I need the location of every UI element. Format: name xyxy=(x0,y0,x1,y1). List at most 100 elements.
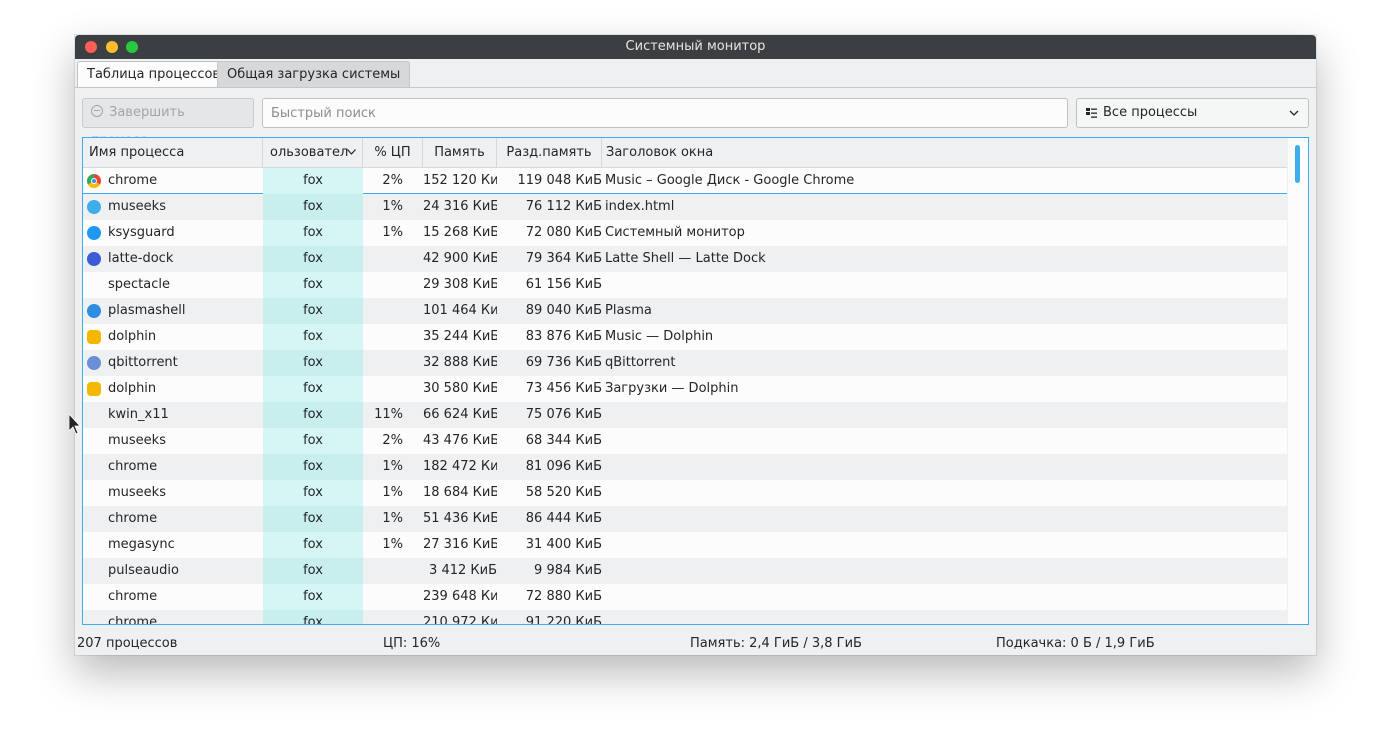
process-name: qbittorrent xyxy=(108,355,178,370)
museeks-icon xyxy=(87,200,101,214)
process-user: fox xyxy=(263,168,363,194)
table-row[interactable]: megasync fox 1% 27 316 КиБ 31 400 КиБ xyxy=(83,532,1288,558)
table-header: Имя процесса ользовател % ЦП Память Разд… xyxy=(83,138,1288,168)
process-user: fox xyxy=(263,428,363,454)
process-cpu xyxy=(363,246,403,272)
process-cpu: 1% xyxy=(382,225,403,240)
kill-process-button[interactable]: Завершить процесс... xyxy=(82,98,254,148)
chrome-icon xyxy=(87,174,101,188)
process-table-panel: Завершить процесс... Все процессы Имя пр… xyxy=(75,87,1316,636)
table-row[interactable]: chrome fox 210 972 КиБ 91 220 КиБ xyxy=(83,610,1288,625)
process-memory: 32 888 КиБ xyxy=(423,355,497,370)
table-row[interactable]: ksysguard fox 1% 15 268 КиБ 72 080 КиБ Систем… xyxy=(83,220,1288,246)
process-shared-memory: 72 880 КиБ xyxy=(525,589,602,604)
table-row[interactable]: dolphin fox 30 580 КиБ 73 456 КиБ Загрузки —… xyxy=(83,376,1288,402)
table-body: chrome fox 2% 152 120 КиБ 119 048 КиБMusic –… xyxy=(83,168,1288,625)
process-user: fox xyxy=(263,298,363,324)
process-name: spectacle xyxy=(108,277,170,292)
dolphin-icon xyxy=(87,330,101,344)
process-cpu: 1% xyxy=(382,459,403,474)
table-row[interactable]: qbittorrent fox 32 888 КиБ 69 736 КиБ qBitto… xyxy=(83,350,1288,376)
process-name: chrome xyxy=(108,173,158,188)
maximize-window-button[interactable] xyxy=(126,41,138,53)
process-cpu xyxy=(363,558,403,584)
latte-dock-icon xyxy=(87,252,101,266)
table-row[interactable]: chrome fox 1% 51 436 КиБ 86 444 КиБ xyxy=(83,506,1288,532)
table-row[interactable]: chrome fox 1% 182 472 КиБ 81 096 КиБ xyxy=(83,454,1288,480)
process-shared-memory: 68 344 КиБ xyxy=(525,433,602,448)
mouse-cursor-icon xyxy=(69,414,81,435)
process-name: pulseaudio xyxy=(108,563,179,578)
process-window-title: Системный монитор xyxy=(605,225,745,240)
table-row[interactable]: museeks fox 1% 24 316 КиБ 76 112 КиБ index.ht… xyxy=(83,194,1288,220)
column-header-cpu[interactable]: % ЦП xyxy=(363,138,423,167)
status-bar: 207 процессов ЦП: 16% Память: 2,4 ГиБ / … xyxy=(75,635,1316,655)
process-user: fox xyxy=(263,272,363,298)
table-row[interactable]: museeks fox 1% 18 684 КиБ 58 520 КиБ xyxy=(83,480,1288,506)
process-window-title: Music – Google Диск - Google Chrome xyxy=(605,173,855,188)
process-cpu: 1% xyxy=(382,199,403,214)
table-row[interactable]: dolphin fox 35 244 КиБ 83 876 КиБ Music — Do… xyxy=(83,324,1288,350)
process-table[interactable]: Имя процесса ользовател % ЦП Память Разд… xyxy=(82,137,1309,625)
process-name: dolphin xyxy=(108,329,157,344)
system-monitor-window: Системный монитор Таблица процессов Обща… xyxy=(75,35,1316,655)
filter-label: Все процессы xyxy=(1103,105,1198,120)
process-cpu: 2% xyxy=(382,433,403,448)
process-user: fox xyxy=(263,350,363,376)
quick-search-input[interactable] xyxy=(262,98,1068,128)
process-name: museeks xyxy=(108,199,166,214)
process-window-title: index.html xyxy=(605,199,675,214)
process-user: fox xyxy=(263,480,363,506)
process-shared-memory: 83 876 КиБ xyxy=(525,329,602,344)
process-cpu: 2% xyxy=(382,173,403,188)
process-shared-memory: 69 736 КиБ xyxy=(525,355,602,370)
qbittorrent-icon xyxy=(87,356,101,370)
tab-process-table[interactable]: Таблица процессов xyxy=(77,61,231,88)
process-name: megasync xyxy=(108,537,175,552)
process-user: fox xyxy=(263,376,363,402)
column-header-memory[interactable]: Память xyxy=(423,138,497,167)
process-filter-select[interactable]: Все процессы xyxy=(1076,98,1309,128)
process-memory: 239 648 КиБ xyxy=(423,589,497,604)
process-shared-memory: 31 400 КиБ xyxy=(525,537,602,552)
process-memory: 27 316 КиБ xyxy=(423,537,497,552)
process-window-title xyxy=(605,272,1285,298)
column-header-shared-memory[interactable]: Разд.память xyxy=(497,138,602,167)
table-row[interactable]: plasmashell fox 101 464 КиБ 89 040 КиБPlasm… xyxy=(83,298,1288,324)
process-shared-memory: 119 048 КиБ xyxy=(517,173,603,188)
table-row[interactable]: spectacle fox 29 308 КиБ 61 156 КиБ xyxy=(83,272,1288,298)
table-row[interactable]: latte-dock fox 42 900 КиБ 79 364 КиБ Latte S… xyxy=(83,246,1288,272)
column-header-window-title[interactable]: Заголовок окна xyxy=(602,138,1288,167)
process-window-title: Latte Shell — Latte Dock xyxy=(605,251,766,266)
process-name: museeks xyxy=(108,433,166,448)
process-window-title xyxy=(605,532,1285,558)
process-memory: 210 972 КиБ xyxy=(423,615,497,625)
process-shared-memory: 72 080 КиБ xyxy=(525,225,602,240)
table-row[interactable]: kwin_x11 fox 11% 66 624 КиБ 75 076 КиБ xyxy=(83,402,1288,428)
table-row[interactable]: pulseaudio fox 3 412 КиБ 9 984 КиБ xyxy=(83,558,1288,584)
tab-system-load[interactable]: Общая загрузка системы xyxy=(217,61,411,88)
process-shared-memory: 61 156 КиБ xyxy=(525,277,602,292)
column-header-name[interactable]: Имя процесса xyxy=(83,138,263,167)
scrollbar-thumb[interactable] xyxy=(1295,145,1300,183)
process-user: fox xyxy=(263,506,363,532)
process-memory: 18 684 КиБ xyxy=(423,485,497,500)
column-header-user[interactable]: ользовател xyxy=(263,138,363,167)
process-window-title xyxy=(605,454,1285,480)
process-cpu: 1% xyxy=(382,537,403,552)
process-user: fox xyxy=(263,324,363,350)
minimize-window-button[interactable] xyxy=(106,41,118,53)
table-row[interactable]: chrome fox 239 648 КиБ 72 880 КиБ xyxy=(83,584,1288,610)
title-bar[interactable]: Системный монитор xyxy=(75,35,1316,59)
process-window-title xyxy=(605,480,1285,506)
table-row[interactable]: chrome fox 2% 152 120 КиБ 119 048 КиБMusic –… xyxy=(83,168,1288,194)
close-window-button[interactable] xyxy=(85,41,97,53)
process-user: fox xyxy=(263,194,363,220)
table-row[interactable]: museeks fox 2% 43 476 КиБ 68 344 КиБ xyxy=(83,428,1288,454)
process-memory: 30 580 КиБ xyxy=(423,381,497,396)
process-memory: 152 120 КиБ xyxy=(423,173,497,188)
process-name: latte-dock xyxy=(108,251,174,266)
vertical-scrollbar[interactable] xyxy=(1287,138,1308,624)
process-window-title: Plasma xyxy=(605,303,652,318)
process-window-title: Music — Dolphin xyxy=(605,329,714,344)
